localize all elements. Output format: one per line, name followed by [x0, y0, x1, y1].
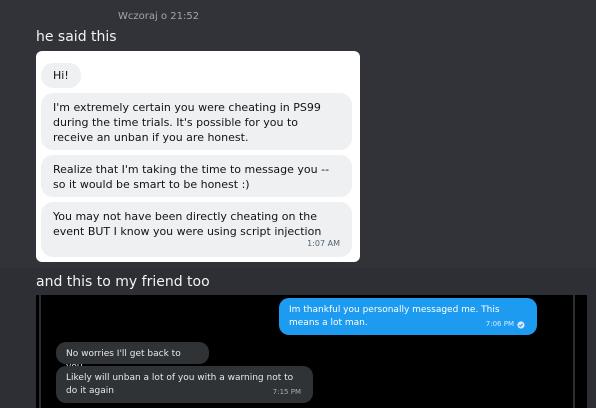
dm-timestamp: 7:15 PM [272, 388, 301, 396]
divider [39, 295, 41, 408]
attached-screenshot-dark[interactable]: Im thankful you personally messaged me. … [36, 295, 587, 408]
message-to-friend: and this to my friend too Im thankful yo… [0, 268, 596, 408]
dm-bubble-text: I'm extremely certain you were cheating … [53, 101, 321, 144]
message-he-said-this: Wczoraj o 21:52 he said this Hi! I'm ext… [0, 0, 596, 268]
dm-bubble-accusation: I'm extremely certain you were cheating … [41, 93, 352, 150]
dm-bubble-script-injection: You may not have been directly cheating … [41, 202, 352, 257]
message-text: he said this [36, 29, 117, 45]
message-timestamp: Wczoraj o 21:52 [118, 11, 200, 22]
dm-bubble-text: Im thankful you personally messaged me. … [289, 305, 500, 328]
dm-bubble-text: You may not have been directly cheating … [53, 210, 322, 238]
message-text: and this to my friend too [36, 274, 210, 290]
dm-timestamp: 1:07 AM [307, 239, 340, 248]
attached-screenshot-light[interactable]: Hi! I'm extremely certain you were cheat… [36, 51, 360, 262]
read-check-icon [517, 320, 525, 329]
dm-bubble-text: Hi! [53, 69, 69, 82]
scrollbar [573, 295, 575, 408]
chat-page: Wczoraj o 21:52 he said this Hi! I'm ext… [0, 0, 596, 408]
dm-bubble-received: No worries I'll get back to you [56, 342, 209, 372]
dm-timestamp: 7:06 PM [485, 320, 514, 328]
dm-timestamp-sent: 7:06 PM [486, 318, 525, 331]
dm-bubble-received: Likely will unban a lot of you with a wa… [56, 366, 313, 403]
dm-bubble-realize: Realize that I'm taking the time to mess… [41, 155, 352, 197]
dm-bubble-sent: Im thankful you personally messaged me. … [279, 298, 537, 335]
dm-bubble-text: Realize that I'm taking the time to mess… [53, 163, 330, 191]
dm-bubble-text: Likely will unban a lot of you with a wa… [66, 373, 294, 396]
dm-bubble-hi: Hi! [41, 63, 81, 88]
